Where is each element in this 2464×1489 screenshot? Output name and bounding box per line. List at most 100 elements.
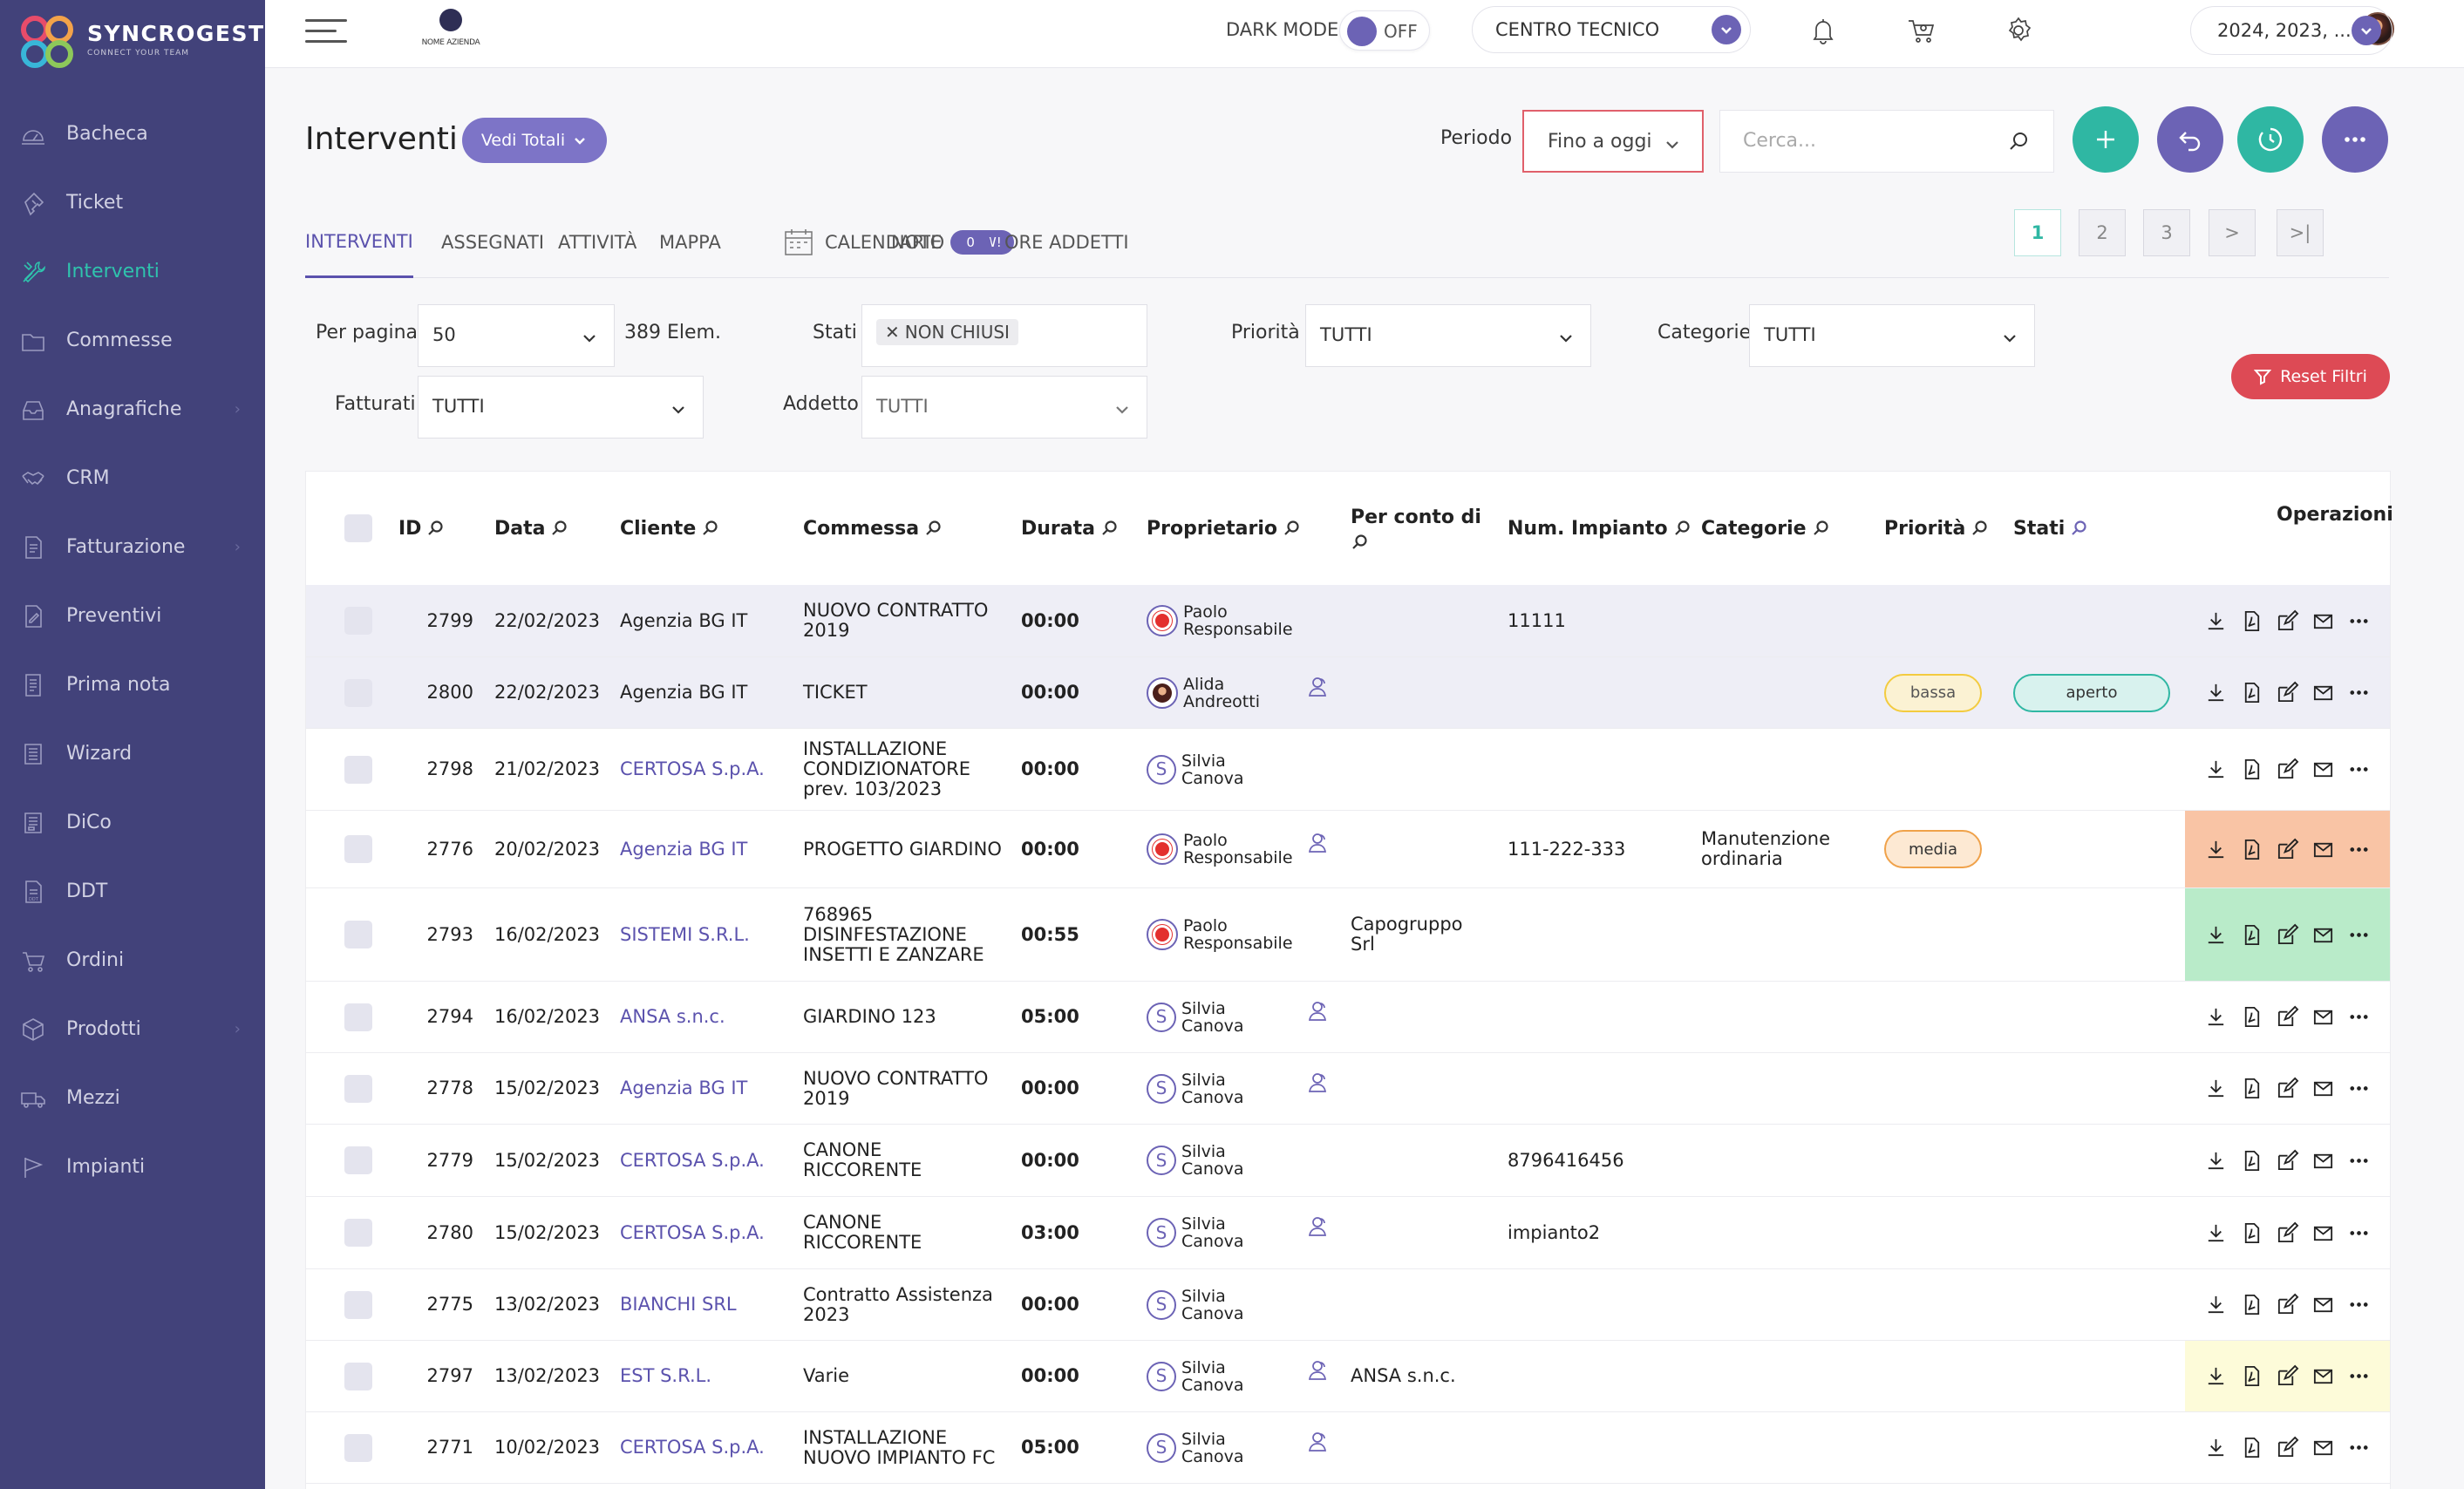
cell-cliente[interactable]: Agenzia BG IT (620, 1053, 747, 1124)
column-header-durata[interactable]: Durata (1021, 472, 1118, 585)
sidebar-item-preventivi[interactable]: Preventivi (0, 581, 265, 650)
table-row[interactable]: 2798 21/02/2023 CERTOSA S.p.A. INSTALLAZION… (306, 729, 2390, 811)
pdf-icon[interactable] (2240, 1005, 2263, 1029)
more-icon[interactable] (2347, 758, 2371, 781)
search-icon[interactable] (1673, 520, 1691, 537)
page-button[interactable]: 1 (2014, 209, 2061, 256)
search-icon[interactable] (1971, 520, 1988, 537)
download-icon[interactable] (2204, 681, 2228, 704)
cell-cliente[interactable]: BIANCHI SRL (620, 1269, 737, 1340)
sidebar-item-ordini[interactable]: Ordini (0, 926, 265, 995)
pdf-icon[interactable] (2240, 1436, 2263, 1459)
select-all-checkbox[interactable] (344, 472, 372, 585)
sidebar-item-prodotti[interactable]: Prodotti › (0, 995, 265, 1064)
search-input[interactable]: Cerca... (1719, 110, 2054, 173)
table-row[interactable]: 2799 22/02/2023 Agenzia BG IT NUOVO CONTRAT… (306, 585, 2390, 657)
row-checkbox[interactable] (344, 835, 372, 863)
edit-icon[interactable] (2276, 1149, 2299, 1173)
more-icon[interactable] (2347, 1077, 2371, 1100)
cell-cliente[interactable]: CERTOSA S.p.A. (620, 729, 765, 810)
row-checkbox[interactable] (344, 1146, 372, 1174)
edit-icon[interactable] (2276, 923, 2299, 947)
periodo-select[interactable]: Fino a oggi (1522, 110, 1704, 173)
download-icon[interactable] (2204, 1364, 2228, 1388)
search-icon[interactable] (550, 520, 568, 537)
pdf-icon[interactable] (2240, 1221, 2263, 1245)
priorita-select[interactable]: TUTTI (1305, 304, 1591, 367)
table-row[interactable]: 2797 13/02/2023 EST S.R.L. Varie 00:00 S Silvi… (306, 1341, 2390, 1412)
pdf-icon[interactable] (2240, 609, 2263, 633)
team-icon[interactable] (1305, 1405, 1330, 1476)
edit-icon[interactable] (2276, 609, 2299, 633)
pdf-icon[interactable] (2240, 1077, 2263, 1100)
cell-cliente[interactable]: CERTOSA S.p.A. (620, 1125, 765, 1196)
search-icon[interactable] (924, 520, 942, 537)
tab-assegnati[interactable]: ASSEGNATI (441, 217, 544, 278)
row-checkbox[interactable] (344, 1433, 372, 1462)
sidebar-item-interventi[interactable]: Interventi (0, 237, 265, 306)
edit-icon[interactable] (2276, 681, 2299, 704)
close-icon[interactable]: ✕ (885, 322, 900, 343)
download-icon[interactable] (2204, 1293, 2228, 1316)
fatturati-select[interactable]: TUTTI (418, 376, 704, 439)
row-checkbox[interactable] (344, 1362, 372, 1390)
gear-icon[interactable] (1998, 10, 2039, 51)
more-icon[interactable] (2347, 923, 2371, 947)
dark-mode-toggle[interactable]: OFF (1339, 10, 1430, 51)
row-checkbox[interactable] (344, 1290, 372, 1319)
sidebar-item-anagrafiche[interactable]: Anagrafiche › (0, 375, 265, 444)
mail-icon[interactable] (2311, 838, 2335, 861)
timer-button[interactable] (2237, 106, 2304, 173)
sidebar-item-wizard[interactable]: Wizard (0, 719, 265, 788)
column-header-proprietario[interactable]: Proprietario (1147, 472, 1300, 585)
download-icon[interactable] (2204, 1077, 2228, 1100)
tab-attività[interactable]: ATTIVITÀ (558, 217, 636, 278)
column-header-commessa[interactable]: Commessa (803, 472, 942, 585)
search-icon[interactable] (1283, 520, 1300, 537)
column-header-per-conto-di[interactable]: Per conto di (1351, 472, 1490, 585)
mail-icon[interactable] (2311, 1436, 2335, 1459)
table-row[interactable]: 2778 15/02/2023 Agenzia BG IT NUOVO CONTRAT… (306, 1053, 2390, 1125)
more-icon[interactable] (2347, 609, 2371, 633)
column-header-priorita[interactable]: Priorità (1884, 472, 1988, 585)
mail-icon[interactable] (2311, 1364, 2335, 1388)
more-icon[interactable] (2347, 1221, 2371, 1245)
row-checkbox[interactable] (344, 678, 372, 707)
column-header-stati[interactable]: Stati (2013, 472, 2087, 585)
pdf-icon[interactable] (2240, 681, 2263, 704)
mail-icon[interactable] (2311, 923, 2335, 947)
edit-icon[interactable] (2276, 1364, 2299, 1388)
stati-chip[interactable]: ✕ NON CHIUSI (876, 319, 1018, 345)
brand-logo[interactable]: SYNCROGEST CONNECT YOUR TEAM (17, 12, 263, 73)
table-row[interactable]: 2775 13/02/2023 BIANCHI SRL Contratto Assis… (306, 1269, 2390, 1341)
table-row[interactable]: 2800 22/02/2023 Agenzia BG IT TICKET 00:00 Al… (306, 657, 2390, 729)
mail-icon[interactable] (2311, 1005, 2335, 1029)
per-pagina-select[interactable]: 50 (418, 304, 615, 367)
pdf-icon[interactable] (2240, 923, 2263, 947)
reset-filters-button[interactable]: Reset Filtri (2231, 354, 2390, 399)
sidebar-item-mezzi[interactable]: Mezzi (0, 1064, 265, 1132)
sidebar-item-ddt[interactable]: DDT DDT (0, 857, 265, 926)
more-icon[interactable] (2347, 1293, 2371, 1316)
table-row[interactable]: 2780 15/02/2023 CERTOSA S.p.A. CANONE RICCO… (306, 1197, 2390, 1269)
more-icon[interactable] (2347, 1364, 2371, 1388)
tab-interventi[interactable]: INTERVENTI (305, 217, 413, 278)
cell-cliente[interactable]: CERTOSA S.p.A. (620, 1197, 765, 1268)
tab-mappa[interactable]: MAPPA (659, 217, 721, 278)
table-row[interactable]: 2776 20/02/2023 Agenzia BG IT PROGETTO GIAR… (306, 811, 2390, 888)
center-select[interactable]: CENTRO TECNICO (1472, 6, 1751, 53)
pdf-icon[interactable] (2240, 838, 2263, 861)
tab-oreaddetti[interactable]: ORE ADDETTI (1004, 217, 1129, 278)
search-icon[interactable] (2006, 130, 2031, 154)
menu-toggle-icon[interactable] (305, 19, 347, 45)
vedi-totali-button[interactable]: Vedi Totali (462, 118, 607, 163)
edit-icon[interactable] (2276, 1005, 2299, 1029)
addetto-select[interactable]: TUTTI (861, 376, 1147, 439)
page-button[interactable]: > (2209, 209, 2256, 256)
column-header-cliente[interactable]: Cliente (620, 472, 718, 585)
download-icon[interactable] (2204, 1149, 2228, 1173)
sidebar-item-dico[interactable]: DiCo (0, 788, 265, 857)
bell-icon[interactable] (1803, 10, 1843, 51)
pdf-icon[interactable] (2240, 1293, 2263, 1316)
row-checkbox[interactable] (344, 921, 372, 948)
